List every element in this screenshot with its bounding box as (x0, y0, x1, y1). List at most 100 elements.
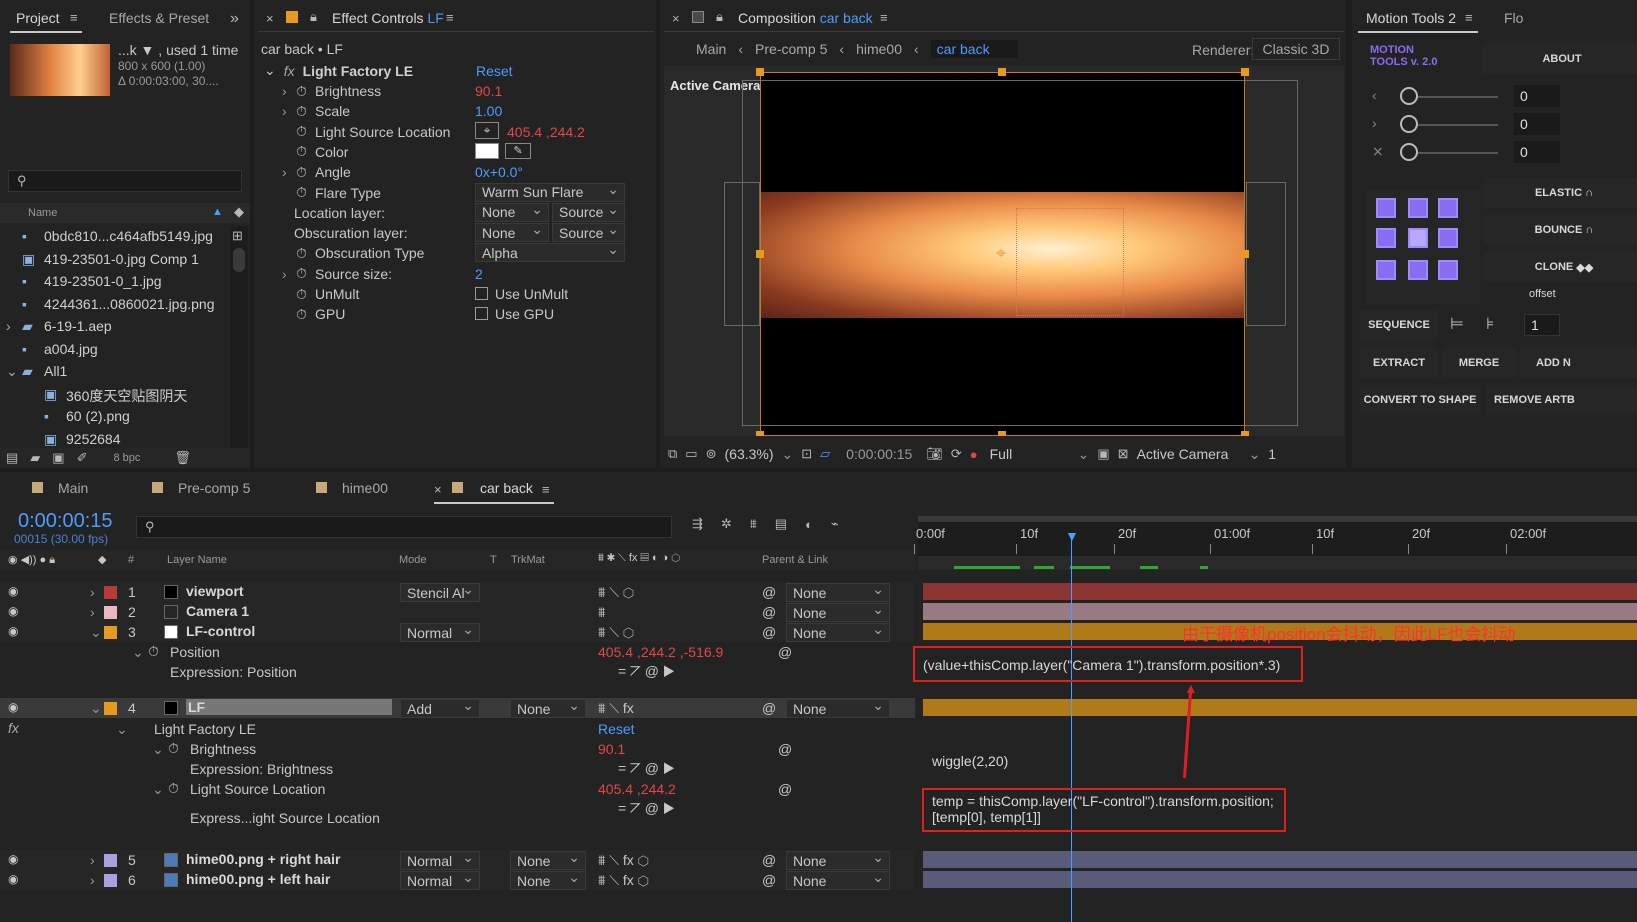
expand-icon[interactable]: ⌄ (6, 363, 18, 380)
prop-value[interactable]: 1.00 (475, 103, 502, 119)
stopwatch-icon[interactable]: ⏱︎ (296, 83, 307, 100)
anchor-top[interactable] (1408, 198, 1428, 218)
switches[interactable]: ⩩ ⟍ ⬡ (598, 624, 634, 641)
zoom-select[interactable]: (63.3%) (725, 446, 774, 462)
switches[interactable]: ⩩ ⟍ fx (598, 700, 634, 717)
expand-icon[interactable]: ⌄ (152, 781, 164, 798)
expand-icon[interactable]: » (230, 10, 239, 28)
layer-row[interactable]: ◉ ⌄ 4 LF Add None ⩩ ⟍ fx @ None (0, 698, 915, 718)
effect-prop-row[interactable]: › ⏱︎ Angle 0x+0.0° (254, 162, 656, 182)
prop-value[interactable]: 2 (475, 266, 483, 282)
tab-flow[interactable]: Flo (1504, 0, 1523, 36)
parent-dropdown[interactable]: None (786, 699, 890, 718)
tab-effects-presets[interactable]: Effects & Preset (109, 0, 209, 36)
stopwatch-icon[interactable]: ⏱︎ (296, 164, 307, 181)
switches[interactable]: ⩩ ⟍ ⬡ (598, 584, 634, 601)
project-item[interactable]: ▣ 419-23501-0.jpg Comp 1 (0, 249, 230, 271)
property-value[interactable]: 405.4 ,244.2 (598, 781, 676, 797)
effect-prop-row[interactable]: ⏱︎ Flare Type Warm Sun Flare (254, 182, 656, 203)
label-icon[interactable]: ◆ (234, 204, 244, 220)
eye-icon[interactable]: ◉ (8, 584, 18, 598)
region-of-interest-icon[interactable]: ▣ (1097, 446, 1109, 462)
stopwatch-icon[interactable]: ⏱︎ (296, 245, 307, 262)
breadcrumb-hime[interactable]: hime00 (856, 41, 902, 57)
layer-name[interactable]: hime00.png + right hair (186, 851, 340, 867)
effect-prop-row[interactable]: ⏱︎ Light Source Location 405.4 ,244.2 ⌖ (254, 121, 656, 142)
slider-track[interactable] (1406, 124, 1498, 126)
add-null-button[interactable]: ADD N (1520, 348, 1637, 378)
effect-prop-row[interactable]: ⏱︎ Color ✎ (254, 142, 656, 162)
layer-dropdown[interactable]: None (475, 202, 549, 222)
effect-prop-row[interactable]: ⏱︎ UnMult Use UnMult (254, 284, 656, 304)
anchor-center[interactable] (1408, 228, 1428, 248)
anchor-bottom[interactable] (1408, 260, 1428, 280)
slider-mode-icon[interactable]: › (1372, 115, 1377, 131)
property-row[interactable]: Express...ight Source Location = ⦢ @ ▶ (0, 800, 915, 828)
layer-dropdown[interactable]: None (475, 223, 549, 243)
layer-name[interactable]: viewport (186, 583, 244, 599)
project-item[interactable]: ▪ 4244361...0860021.jpg.png (0, 294, 230, 316)
anchor-bottom-left[interactable] (1376, 260, 1396, 280)
layer-duration-bar[interactable] (923, 603, 1637, 620)
switches[interactable]: ⩩ ⟍ fx ⬡ (598, 872, 649, 889)
expression-controls[interactable]: = ⦢ @ ▶ (618, 663, 675, 680)
label-color[interactable] (104, 854, 117, 867)
label-color[interactable] (104, 626, 117, 639)
project-item[interactable]: ▪ a004.jpg (0, 339, 230, 361)
eye-icon[interactable]: ◉ (8, 700, 18, 714)
property-value[interactable]: 90.1 (598, 741, 625, 757)
parent-dropdown[interactable]: None (786, 623, 890, 642)
views-select[interactable]: 1 (1268, 446, 1276, 462)
lock-icon[interactable]: 🔒︎ (310, 9, 317, 25)
remove-artboard-button[interactable]: REMOVE ARTB (1486, 385, 1637, 415)
expression-position-box[interactable]: (value+thisComp.layer("Camera 1").transf… (913, 646, 1303, 682)
effect-prop-row[interactable]: ⏱︎ GPU Use GPU (254, 304, 656, 324)
menu-icon[interactable]: ≡ (446, 10, 454, 25)
project-search-input[interactable]: ⚲ (8, 170, 242, 192)
interpret-icon[interactable]: ▤ (6, 450, 18, 466)
mode-dropdown[interactable]: Add (400, 699, 480, 718)
layer-duration-bar[interactable] (923, 699, 1637, 716)
expand-icon[interactable]: › (90, 872, 95, 888)
show-snapshot-icon[interactable]: ⟳ (951, 446, 962, 462)
reset-link[interactable]: Reset (476, 63, 513, 79)
effect-prop-row[interactable]: › ⏱︎ Brightness 90.1 (254, 81, 656, 101)
lock-icon[interactable]: 🔒︎ (716, 9, 723, 25)
crosshair-icon[interactable]: ⌖ (475, 121, 499, 139)
monitor-icon[interactable]: ▭ (685, 446, 697, 462)
slider-value-input[interactable]: 0 (1514, 141, 1560, 163)
stopwatch-icon[interactable]: ⏱︎ (168, 740, 179, 757)
region-icon[interactable]: ⊡ (801, 446, 812, 462)
pickwhip-icon[interactable]: @ (762, 624, 776, 640)
pickwhip-icon[interactable]: @ (778, 741, 792, 757)
layer-name[interactable]: hime00.png + left hair (186, 871, 330, 887)
property-row[interactable]: ⌄ ⏱︎ Position 405.4 ,244.2 ,-516.9 @ (0, 642, 915, 662)
expression-brightness[interactable]: wiggle(2,20) (932, 753, 1008, 769)
eye-icon[interactable]: ◉ (8, 624, 18, 638)
checkbox[interactable] (475, 287, 488, 300)
menu-icon[interactable]: ≡ (880, 10, 888, 25)
pickwhip-icon[interactable]: @ (778, 781, 792, 797)
property-row[interactable]: ⌄ ⏱︎ Brightness 90.1 @ (0, 739, 915, 759)
source-dropdown[interactable]: Source (552, 223, 625, 243)
layer-duration-bar[interactable] (923, 583, 1637, 600)
trash-icon[interactable]: 🗑 (174, 450, 191, 466)
eye-icon[interactable]: ◉ (8, 872, 18, 886)
bounce-button[interactable]: BOUNCE ∩ (1484, 215, 1637, 245)
effect-prop-row[interactable]: ⏱︎ Obscuration Type Alpha (254, 243, 656, 263)
property-value[interactable]: Reset (598, 721, 635, 737)
convert-to-shape-button[interactable]: CONVERT TO SHAPE (1360, 385, 1480, 415)
prop-dropdown[interactable]: Warm Sun Flare (475, 182, 625, 202)
switches[interactable]: ⩩ ⟍ fx ⬡ (598, 852, 649, 869)
expand-icon[interactable]: › (282, 266, 287, 282)
anchor-top-right[interactable] (1438, 198, 1458, 218)
menu-icon[interactable]: ≡ (70, 10, 78, 25)
pickwhip-icon[interactable]: @ (762, 700, 776, 716)
expression-controls[interactable]: = ⦢ @ ▶ (618, 760, 675, 777)
layer-row[interactable]: ◉ › 6 hime00.png + left hair Normal None ⩩ ⟍ f… (0, 870, 915, 890)
stopwatch-icon[interactable]: ⏱︎ (148, 643, 159, 660)
property-row[interactable]: Expression: Position = ⦢ @ ▶ (0, 662, 915, 682)
stopwatch-icon[interactable]: ⏱︎ (296, 265, 307, 282)
expand-icon[interactable]: › (90, 852, 95, 868)
sequence-left-icon[interactable]: ⊨ (1450, 314, 1464, 334)
